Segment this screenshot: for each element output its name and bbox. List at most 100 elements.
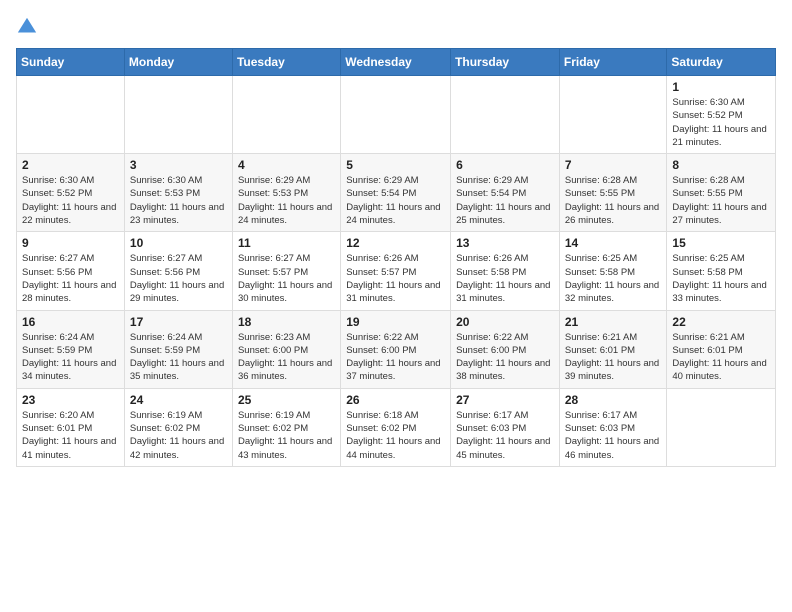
calendar-cell: 22 Sunrise: 6:21 AM Sunset: 6:01 PM Dayli… <box>667 310 776 388</box>
calendar-cell: 21Sunrise: 6:21 AM Sunset: 6:01 PM Dayli… <box>559 310 667 388</box>
calendar-cell: 4 Sunrise: 6:29 AM Sunset: 5:53 PM Daylig… <box>232 154 340 232</box>
calendar-cell <box>17 76 125 154</box>
logo <box>16 16 42 38</box>
day-info: Sunrise: 6:17 AM Sunset: 6:03 PM Dayligh… <box>565 409 662 462</box>
page-header <box>16 16 776 38</box>
calendar-cell <box>124 76 232 154</box>
day-number: 5 <box>346 158 445 172</box>
day-number: 1 <box>672 80 770 94</box>
day-info: Sunrise: 6:20 AM Sunset: 6:01 PM Dayligh… <box>22 409 119 462</box>
day-number: 28 <box>565 393 662 407</box>
day-number: 12 <box>346 236 445 250</box>
day-number: 4 <box>238 158 335 172</box>
day-info: Sunrise: 6:27 AM Sunset: 5:56 PM Dayligh… <box>130 252 227 305</box>
day-header-friday: Friday <box>559 49 667 76</box>
day-number: 24 <box>130 393 227 407</box>
day-number: 16 <box>22 315 119 329</box>
calendar-week-row: 9 Sunrise: 6:27 AM Sunset: 5:56 PM Daylig… <box>17 232 776 310</box>
day-info: Sunrise: 6:29 AM Sunset: 5:54 PM Dayligh… <box>346 174 445 227</box>
day-info: Sunrise: 6:27 AM Sunset: 5:56 PM Dayligh… <box>22 252 119 305</box>
calendar-header-row: SundayMondayTuesdayWednesdayThursdayFrid… <box>17 49 776 76</box>
calendar-cell: 18 Sunrise: 6:23 AM Sunset: 6:00 PM Dayli… <box>232 310 340 388</box>
calendar-cell: 15 Sunrise: 6:25 AM Sunset: 5:58 PM Dayli… <box>667 232 776 310</box>
calendar-cell: 20 Sunrise: 6:22 AM Sunset: 6:00 PM Dayli… <box>451 310 560 388</box>
calendar-week-row: 2Sunrise: 6:30 AM Sunset: 5:52 PM Daylig… <box>17 154 776 232</box>
day-info: Sunrise: 6:25 AM Sunset: 5:58 PM Dayligh… <box>565 252 662 305</box>
day-header-tuesday: Tuesday <box>232 49 340 76</box>
day-info: Sunrise: 6:22 AM Sunset: 6:00 PM Dayligh… <box>456 331 554 384</box>
day-number: 11 <box>238 236 335 250</box>
day-header-monday: Monday <box>124 49 232 76</box>
day-header-saturday: Saturday <box>667 49 776 76</box>
day-info: Sunrise: 6:29 AM Sunset: 5:53 PM Dayligh… <box>238 174 335 227</box>
day-number: 6 <box>456 158 554 172</box>
day-number: 3 <box>130 158 227 172</box>
day-info: Sunrise: 6:28 AM Sunset: 5:55 PM Dayligh… <box>672 174 770 227</box>
calendar-cell <box>232 76 340 154</box>
day-number: 25 <box>238 393 335 407</box>
day-info: Sunrise: 6:29 AM Sunset: 5:54 PM Dayligh… <box>456 174 554 227</box>
day-number: 23 <box>22 393 119 407</box>
calendar-cell: 9 Sunrise: 6:27 AM Sunset: 5:56 PM Daylig… <box>17 232 125 310</box>
calendar-cell: 7 Sunrise: 6:28 AM Sunset: 5:55 PM Daylig… <box>559 154 667 232</box>
day-info: Sunrise: 6:19 AM Sunset: 6:02 PM Dayligh… <box>238 409 335 462</box>
day-number: 20 <box>456 315 554 329</box>
day-number: 15 <box>672 236 770 250</box>
day-number: 19 <box>346 315 445 329</box>
calendar-cell: 23 Sunrise: 6:20 AM Sunset: 6:01 PM Dayli… <box>17 388 125 466</box>
day-info: Sunrise: 6:17 AM Sunset: 6:03 PM Dayligh… <box>456 409 554 462</box>
logo-icon <box>16 16 38 38</box>
calendar-cell: 26 Sunrise: 6:18 AM Sunset: 6:02 PM Dayli… <box>341 388 451 466</box>
day-number: 21 <box>565 315 662 329</box>
day-info: Sunrise: 6:28 AM Sunset: 5:55 PM Dayligh… <box>565 174 662 227</box>
calendar-week-row: 1Sunrise: 6:30 AM Sunset: 5:52 PM Daylig… <box>17 76 776 154</box>
calendar-week-row: 16 Sunrise: 6:24 AM Sunset: 5:59 PM Dayli… <box>17 310 776 388</box>
day-header-wednesday: Wednesday <box>341 49 451 76</box>
calendar-cell <box>667 388 776 466</box>
day-info: Sunrise: 6:23 AM Sunset: 6:00 PM Dayligh… <box>238 331 335 384</box>
day-info: Sunrise: 6:24 AM Sunset: 5:59 PM Dayligh… <box>130 331 227 384</box>
calendar-cell: 6 Sunrise: 6:29 AM Sunset: 5:54 PM Daylig… <box>451 154 560 232</box>
calendar-cell: 1Sunrise: 6:30 AM Sunset: 5:52 PM Daylig… <box>667 76 776 154</box>
day-header-sunday: Sunday <box>17 49 125 76</box>
calendar-cell: 5 Sunrise: 6:29 AM Sunset: 5:54 PM Daylig… <box>341 154 451 232</box>
calendar-cell: 11 Sunrise: 6:27 AM Sunset: 5:57 PM Dayli… <box>232 232 340 310</box>
calendar-cell: 12Sunrise: 6:26 AM Sunset: 5:57 PM Dayli… <box>341 232 451 310</box>
day-number: 18 <box>238 315 335 329</box>
calendar-cell: 14 Sunrise: 6:25 AM Sunset: 5:58 PM Dayli… <box>559 232 667 310</box>
calendar-week-row: 23 Sunrise: 6:20 AM Sunset: 6:01 PM Dayli… <box>17 388 776 466</box>
day-info: Sunrise: 6:22 AM Sunset: 6:00 PM Dayligh… <box>346 331 445 384</box>
calendar-cell: 2Sunrise: 6:30 AM Sunset: 5:52 PM Daylig… <box>17 154 125 232</box>
day-info: Sunrise: 6:26 AM Sunset: 5:58 PM Dayligh… <box>456 252 554 305</box>
day-number: 7 <box>565 158 662 172</box>
day-number: 14 <box>565 236 662 250</box>
day-info: Sunrise: 6:25 AM Sunset: 5:58 PM Dayligh… <box>672 252 770 305</box>
calendar-cell: 19 Sunrise: 6:22 AM Sunset: 6:00 PM Dayli… <box>341 310 451 388</box>
day-info: Sunrise: 6:19 AM Sunset: 6:02 PM Dayligh… <box>130 409 227 462</box>
day-info: Sunrise: 6:30 AM Sunset: 5:52 PM Dayligh… <box>22 174 119 227</box>
calendar-cell: 25 Sunrise: 6:19 AM Sunset: 6:02 PM Dayli… <box>232 388 340 466</box>
day-number: 10 <box>130 236 227 250</box>
day-number: 13 <box>456 236 554 250</box>
calendar-cell <box>451 76 560 154</box>
day-number: 26 <box>346 393 445 407</box>
calendar-cell: 24 Sunrise: 6:19 AM Sunset: 6:02 PM Dayli… <box>124 388 232 466</box>
calendar-cell: 27 Sunrise: 6:17 AM Sunset: 6:03 PM Dayli… <box>451 388 560 466</box>
calendar-cell: 13 Sunrise: 6:26 AM Sunset: 5:58 PM Dayli… <box>451 232 560 310</box>
calendar-cell <box>559 76 667 154</box>
day-info: Sunrise: 6:27 AM Sunset: 5:57 PM Dayligh… <box>238 252 335 305</box>
day-number: 22 <box>672 315 770 329</box>
day-number: 9 <box>22 236 119 250</box>
calendar-cell <box>341 76 451 154</box>
day-info: Sunrise: 6:21 AM Sunset: 6:01 PM Dayligh… <box>672 331 770 384</box>
day-info: Sunrise: 6:18 AM Sunset: 6:02 PM Dayligh… <box>346 409 445 462</box>
calendar-cell: 8Sunrise: 6:28 AM Sunset: 5:55 PM Daylig… <box>667 154 776 232</box>
calendar-cell: 10 Sunrise: 6:27 AM Sunset: 5:56 PM Dayli… <box>124 232 232 310</box>
calendar-cell: 28 Sunrise: 6:17 AM Sunset: 6:03 PM Dayli… <box>559 388 667 466</box>
day-number: 17 <box>130 315 227 329</box>
calendar-cell: 16 Sunrise: 6:24 AM Sunset: 5:59 PM Dayli… <box>17 310 125 388</box>
calendar-table: SundayMondayTuesdayWednesdayThursdayFrid… <box>16 48 776 467</box>
calendar-cell: 17 Sunrise: 6:24 AM Sunset: 5:59 PM Dayli… <box>124 310 232 388</box>
day-number: 27 <box>456 393 554 407</box>
day-info: Sunrise: 6:24 AM Sunset: 5:59 PM Dayligh… <box>22 331 119 384</box>
